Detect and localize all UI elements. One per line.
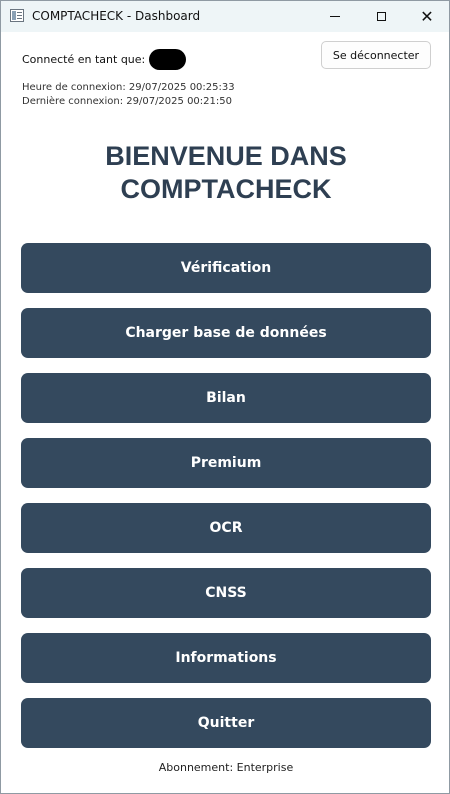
window-title: COMPTACHECK - Dashboard xyxy=(32,9,201,23)
login-time: Heure de connexion: 29/07/2025 00:25:33 xyxy=(22,82,235,93)
connected-label: Connecté en tant que: xyxy=(22,53,146,66)
title-bar[interactable]: COMPTACHECK - Dashboard ✕ xyxy=(1,1,449,32)
cnss-button[interactable]: CNSS xyxy=(21,568,431,618)
minimize-icon xyxy=(330,16,340,17)
page-title: BIENVENUE DANS COMPTACHECK xyxy=(1,140,450,206)
app-icon xyxy=(10,9,24,22)
ocr-button[interactable]: OCR xyxy=(21,503,431,553)
bilan-button[interactable]: Bilan xyxy=(21,373,431,423)
maximize-button[interactable] xyxy=(358,1,404,32)
subscription-status: Abonnement: Enterprise xyxy=(158,761,294,774)
page-title-line1: BIENVENUE DANS xyxy=(105,141,347,171)
quit-button[interactable]: Quitter xyxy=(21,698,431,748)
app-window: COMPTACHECK - Dashboard ✕ Connecté en ta… xyxy=(0,0,450,794)
maximize-icon xyxy=(376,12,386,21)
page-title-line2: COMPTACHECK xyxy=(120,174,332,204)
verification-button[interactable]: Vérification xyxy=(21,243,431,293)
close-icon: ✕ xyxy=(420,6,434,26)
informations-button[interactable]: Informations xyxy=(21,633,431,683)
dashboard-content: Connecté en tant que: Se déconnecter Heu… xyxy=(1,32,449,793)
premium-button[interactable]: Premium xyxy=(21,438,431,488)
last-login: Dernière connexion: 29/07/2025 00:21:50 xyxy=(22,96,232,107)
logout-button[interactable]: Se déconnecter xyxy=(321,41,431,69)
connected-user: Connecté en tant que: xyxy=(22,49,187,70)
minimize-button[interactable] xyxy=(312,1,358,32)
redacted-username xyxy=(149,49,187,70)
load-database-button[interactable]: Charger base de données xyxy=(21,308,431,358)
close-button[interactable]: ✕ xyxy=(404,1,450,32)
